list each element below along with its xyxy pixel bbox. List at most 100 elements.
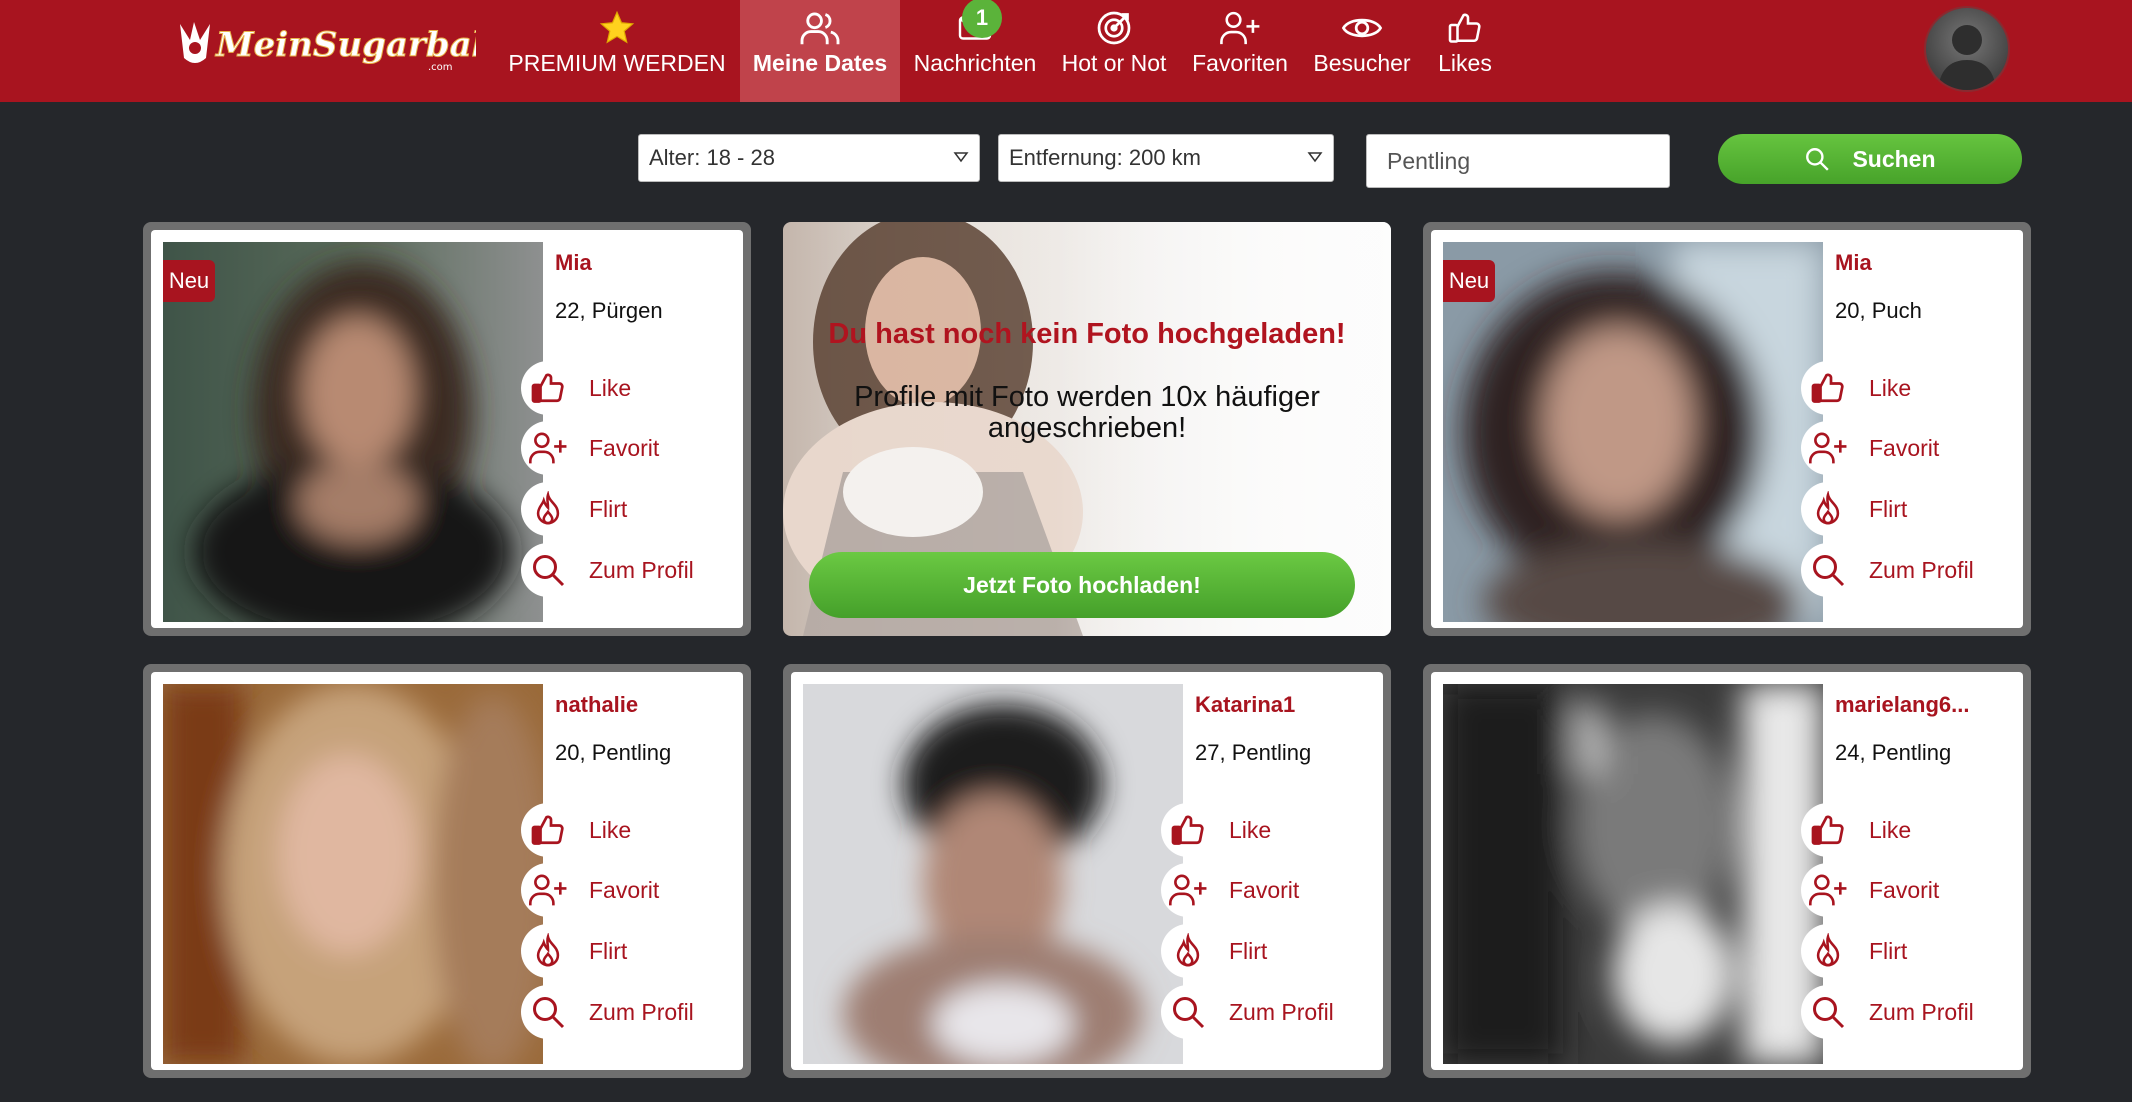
- view-profile-button[interactable]: Zum Profil: [1161, 985, 1383, 1039]
- like-button[interactable]: Like: [1801, 803, 2023, 857]
- age-filter-select[interactable]: Alter: 18 - 28: [638, 134, 980, 182]
- user-plus-icon: [1808, 430, 1848, 466]
- nav-label: Meine Dates: [752, 50, 888, 76]
- profile-name[interactable]: Katarina1: [1195, 692, 1295, 718]
- flirt-button[interactable]: Flirt: [1161, 924, 1383, 978]
- profile-age-location: 20, Puch: [1835, 298, 1922, 323]
- profile-photo[interactable]: [1443, 242, 1823, 622]
- nav-label: Besucher: [1313, 50, 1411, 76]
- favorite-label: Favorit: [589, 876, 660, 903]
- profile-photo[interactable]: [163, 242, 543, 622]
- flirt-button[interactable]: Flirt: [1801, 482, 2023, 536]
- favorite-label: Favorit: [1869, 876, 1940, 903]
- user-plus-icon: [528, 430, 568, 466]
- profile-name[interactable]: marielang6...: [1835, 692, 1970, 718]
- user-avatar[interactable]: [1924, 6, 2010, 92]
- search-button-label: Suchen: [1852, 145, 1936, 172]
- nav-nachrichten[interactable]: 1 Nachrichten: [910, 0, 1040, 102]
- flirt-label: Flirt: [1869, 937, 1908, 964]
- view-profile-button[interactable]: Zum Profil: [521, 543, 743, 597]
- like-label: Like: [1869, 374, 1912, 401]
- user-plus-icon: [528, 872, 568, 908]
- view-profile-button[interactable]: Zum Profil: [521, 985, 743, 1039]
- like-label: Like: [589, 374, 632, 401]
- view-profile-label: Zum Profil: [1869, 556, 1974, 583]
- like-button[interactable]: Like: [521, 361, 743, 415]
- favorite-button[interactable]: Favorit: [1801, 421, 2023, 475]
- nav-likes[interactable]: Likes: [1428, 0, 1502, 102]
- user-plus-icon: [1168, 872, 1208, 908]
- new-badge: Neu: [1443, 260, 1495, 302]
- view-profile-button[interactable]: Zum Profil: [1801, 985, 2023, 1039]
- nav-meine-dates[interactable]: Meine Dates: [740, 0, 900, 102]
- flirt-button[interactable]: Flirt: [1801, 924, 2023, 978]
- user-silhouette-icon: [1938, 25, 1996, 90]
- star-icon: [599, 10, 635, 44]
- profile-name[interactable]: nathalie: [555, 692, 638, 718]
- favorite-button[interactable]: Favorit: [521, 863, 743, 917]
- nav-label: Nachrichten: [913, 50, 1037, 76]
- new-badge: Neu: [163, 260, 215, 302]
- favorite-button[interactable]: Favorit: [521, 421, 743, 475]
- nav-label: Likes: [1438, 50, 1492, 76]
- svg-text:.com: .com: [428, 62, 453, 73]
- profile-card[interactable]: nathalie 20, Pentling Like Favorit Flirt…: [143, 664, 751, 1078]
- location-input[interactable]: [1366, 134, 1670, 188]
- profile-card[interactable]: Neu Mia 20, Puch Like Favorit Flirt Zum …: [1423, 222, 2031, 636]
- nav-favoriten[interactable]: Favoriten: [1186, 0, 1294, 102]
- view-profile-label: Zum Profil: [1229, 998, 1334, 1025]
- flame-icon: [531, 491, 565, 527]
- nav-besucher[interactable]: Besucher: [1308, 0, 1416, 102]
- svg-text:MeinSugarbabe: MeinSugarbabe: [215, 25, 476, 65]
- flirt-button[interactable]: Flirt: [521, 924, 743, 978]
- profile-card[interactable]: marielang6... 24, Pentling Like Favorit …: [1423, 664, 2031, 1078]
- flame-icon: [1171, 933, 1205, 969]
- distance-filter-value: Entfernung: 200 km: [1009, 145, 1202, 170]
- flirt-button[interactable]: Flirt: [521, 482, 743, 536]
- like-button[interactable]: Like: [1801, 361, 2023, 415]
- nav-premium[interactable]: PREMIUM WERDEN: [506, 0, 728, 102]
- search-icon: [1806, 148, 1830, 171]
- like-button[interactable]: Like: [521, 803, 743, 857]
- thumbs-up-icon: [1448, 13, 1481, 43]
- unread-badge: 1: [962, 0, 1002, 38]
- profile-card[interactable]: Katarina1 27, Pentling Like Favorit Flir…: [783, 664, 1391, 1078]
- thumbs-up-icon: [1810, 370, 1846, 406]
- like-label: Like: [1869, 816, 1912, 843]
- profile-age-location: 24, Pentling: [1835, 740, 1952, 765]
- thumbs-up-icon: [530, 812, 566, 848]
- view-profile-button[interactable]: Zum Profil: [1801, 543, 2023, 597]
- nav-label: Favoriten: [1192, 50, 1288, 76]
- favorite-button[interactable]: Favorit: [1801, 863, 2023, 917]
- favorite-button[interactable]: Favorit: [1161, 863, 1383, 917]
- profile-age-location: 20, Pentling: [555, 740, 672, 765]
- magnifier-icon: [1810, 994, 1846, 1030]
- profile-name[interactable]: Mia: [555, 250, 592, 276]
- target-icon: [1097, 11, 1131, 45]
- view-profile-label: Zum Profil: [589, 998, 694, 1025]
- nav-label: Hot or Not: [1061, 50, 1167, 76]
- chevron-down-icon: [953, 152, 969, 163]
- profile-photo[interactable]: [803, 684, 1183, 1064]
- nav-hot-or-not[interactable]: Hot or Not: [1056, 0, 1172, 102]
- flirt-label: Flirt: [589, 495, 628, 522]
- magnifier-icon: [530, 994, 566, 1030]
- profile-photo[interactable]: [1443, 684, 1823, 1064]
- like-button[interactable]: Like: [1161, 803, 1383, 857]
- magnifier-icon: [530, 552, 566, 588]
- profile-name[interactable]: Mia: [1835, 250, 1872, 276]
- view-profile-label: Zum Profil: [589, 556, 694, 583]
- distance-filter-select[interactable]: Entfernung: 200 km: [998, 134, 1334, 182]
- search-button[interactable]: Suchen: [1718, 134, 2022, 184]
- flirt-label: Flirt: [1229, 937, 1268, 964]
- upload-photo-button[interactable]: Jetzt Foto hochladen!: [809, 552, 1355, 618]
- site-logo[interactable]: MeinSugarbabe .com: [172, 14, 476, 74]
- thumbs-up-icon: [530, 370, 566, 406]
- like-label: Like: [1229, 816, 1272, 843]
- user-plus-icon: [1220, 11, 1260, 45]
- profile-photo[interactable]: [163, 684, 543, 1064]
- users-icon: [800, 12, 840, 45]
- top-navigation-bar: MeinSugarbabe .com PREMIUM WERDEN Meine …: [0, 0, 2132, 102]
- flame-icon: [1811, 933, 1845, 969]
- profile-card[interactable]: Neu Mia 22, Pürgen Like Favorit Flirt Zu…: [143, 222, 751, 636]
